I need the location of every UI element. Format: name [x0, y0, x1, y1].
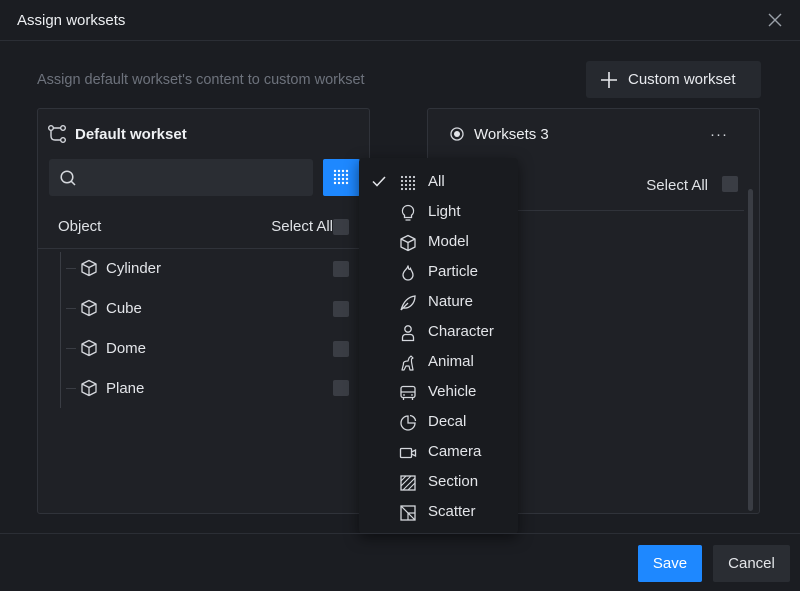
menu-item-label: Animal [428, 353, 474, 370]
object-column-label: Object [58, 218, 102, 235]
menu-item-all[interactable]: All [359, 168, 518, 197]
menu-item-animal[interactable]: Animal [359, 348, 518, 377]
menu-item-label: All [428, 173, 445, 190]
radio-selected-icon[interactable] [449, 126, 465, 142]
menu-item-camera[interactable]: Camera [359, 438, 518, 467]
search-icon [60, 170, 76, 186]
decal-icon [400, 414, 417, 431]
default-workset-panel: Default workset Object Select All Cylind… [37, 108, 370, 514]
menu-item-label: Nature [428, 293, 474, 310]
grid-icon [333, 169, 349, 185]
select-all-label: Select All [271, 218, 333, 235]
animal-icon [401, 355, 414, 371]
select-all-checkbox[interactable] [722, 176, 738, 192]
cube-icon [400, 234, 416, 252]
custom-workset-column-header: Select All [518, 159, 744, 211]
tree-item-label: Cube [106, 299, 142, 317]
object-column-header: Object Select All [38, 205, 369, 249]
custom-workset-title: Worksets 3 [474, 125, 549, 143]
menu-item-label: Vehicle [428, 383, 477, 400]
tree-item-cylinder[interactable]: Cylinder [66, 249, 356, 287]
tree-item-label: Dome [106, 339, 147, 357]
menu-item-light[interactable]: Light [359, 198, 518, 227]
tree-guide-line [60, 252, 61, 408]
save-button[interactable]: Save [638, 545, 702, 582]
menu-item-label: Light [428, 203, 461, 220]
menu-item-section[interactable]: Section [359, 468, 518, 497]
search-input[interactable] [49, 159, 313, 196]
cube-icon [81, 259, 97, 277]
cancel-button[interactable]: Cancel [713, 545, 790, 582]
menu-item-label: Model [428, 233, 469, 250]
menu-item-label: Scatter [428, 503, 476, 520]
default-workset-header: Default workset [38, 109, 369, 159]
bulb-icon [401, 204, 415, 221]
plus-icon [601, 71, 617, 88]
custom-workset-label: Custom workset [628, 71, 736, 88]
menu-item-label: Decal [428, 413, 467, 430]
filter-dropdown-menu: All Light Model Particle Nature Characte… [359, 158, 518, 534]
more-options-button[interactable]: ··· [710, 126, 728, 143]
bus-icon [400, 385, 416, 400]
cube-icon [81, 339, 97, 357]
menu-item-label: Section [428, 473, 479, 490]
select-all-checkbox[interactable] [333, 219, 349, 235]
tree-item-dome[interactable]: Dome [66, 329, 356, 367]
item-checkbox[interactable] [333, 341, 349, 357]
menu-item-scatter[interactable]: Scatter [359, 498, 518, 527]
flame-icon [402, 265, 414, 281]
item-checkbox[interactable] [333, 261, 349, 277]
person-icon [401, 325, 415, 342]
menu-item-label: Character [428, 323, 494, 340]
item-checkbox[interactable] [333, 301, 349, 317]
workset-tree-icon [48, 125, 66, 143]
custom-workset-button[interactable]: Custom workset [586, 61, 761, 98]
dialog-title: Assign worksets [17, 12, 126, 29]
tree-item-cube[interactable]: Cube [66, 289, 356, 327]
cube-icon [81, 379, 97, 397]
tree-item-label: Cylinder [106, 259, 162, 277]
scatter-icon [400, 505, 416, 521]
menu-item-label: Camera [428, 443, 482, 460]
camera-icon [399, 447, 417, 459]
menu-item-vehicle[interactable]: Vehicle [359, 378, 518, 407]
menu-item-decal[interactable]: Decal [359, 408, 518, 437]
default-workset-title: Default workset [75, 125, 187, 143]
checkmark-icon [372, 176, 386, 187]
menu-item-particle[interactable]: Particle [359, 258, 518, 287]
menu-item-nature[interactable]: Nature [359, 288, 518, 317]
tree-item-plane[interactable]: Plane [66, 369, 356, 407]
scrollbar[interactable] [748, 189, 753, 511]
select-all-label: Select All [646, 177, 708, 194]
dialog-titlebar: Assign worksets [0, 0, 800, 41]
dialog-subtitle: Assign default workset's content to cust… [37, 72, 365, 88]
menu-item-character[interactable]: Character [359, 318, 518, 347]
tree-item-label: Plane [106, 379, 145, 397]
close-icon[interactable] [766, 11, 784, 29]
item-checkbox[interactable] [333, 380, 349, 396]
section-icon [400, 475, 416, 491]
filter-grid-button[interactable] [323, 159, 360, 196]
menu-item-label: Particle [428, 263, 479, 280]
assign-worksets-dialog: Assign worksets Assign default workset's… [0, 0, 800, 591]
menu-item-model[interactable]: Model [359, 228, 518, 257]
grid-icon [400, 175, 416, 191]
cube-icon [81, 299, 97, 317]
leaf-icon [400, 295, 416, 311]
